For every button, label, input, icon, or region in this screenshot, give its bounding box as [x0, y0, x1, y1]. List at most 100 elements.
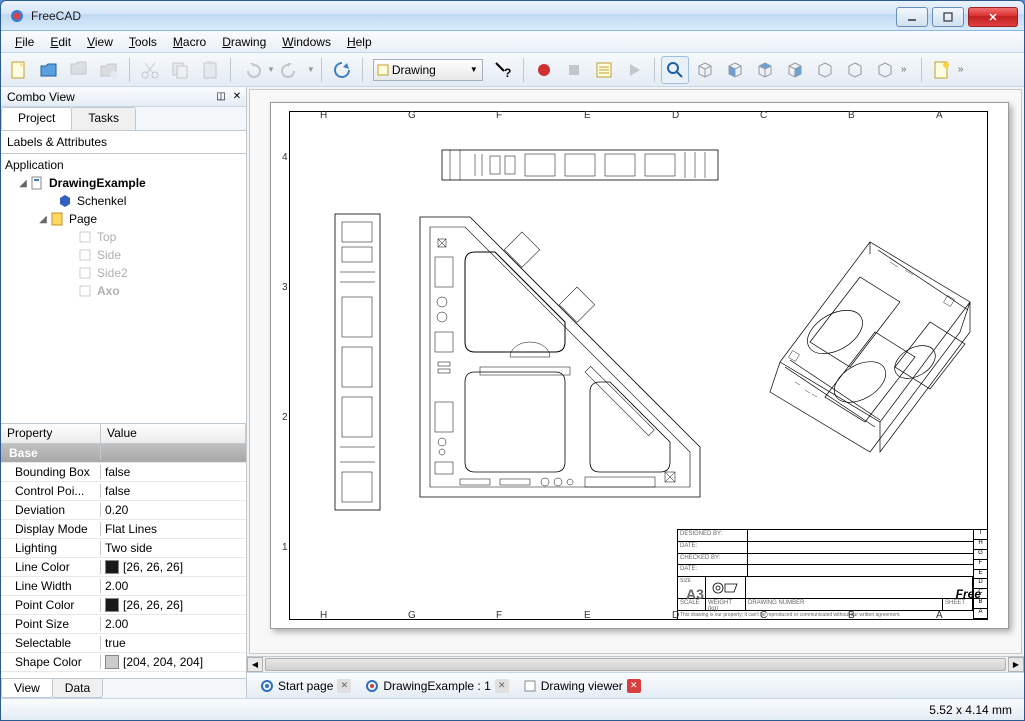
close-panel-button[interactable]: ✕: [230, 90, 244, 104]
view-tab[interactable]: View: [1, 679, 53, 698]
save-button[interactable]: [65, 56, 93, 84]
property-header[interactable]: Property: [1, 424, 101, 443]
view-icon: [77, 229, 93, 245]
titlebar: FreeCAD: [1, 1, 1024, 31]
macro-list-button[interactable]: [590, 56, 618, 84]
menu-file[interactable]: File: [7, 33, 42, 51]
close-tab-button[interactable]: ✕: [627, 679, 641, 693]
property-row[interactable]: Point Size2.00: [1, 615, 246, 634]
coordinates-display: 5.52 x 4.14 mm: [929, 703, 1012, 717]
property-row[interactable]: Deviation0.20: [1, 501, 246, 520]
tree-view-top[interactable]: Top: [3, 228, 244, 246]
gear-icon: [260, 679, 274, 693]
freecad-logo-text: Free: [956, 587, 981, 601]
tree-view-side2[interactable]: Side2: [3, 264, 244, 282]
start-page-tab[interactable]: Start page ✕: [255, 676, 356, 696]
menu-help[interactable]: Help: [339, 33, 380, 51]
front-view-drawing: [410, 207, 710, 507]
redo-button[interactable]: [277, 56, 305, 84]
menu-drawing[interactable]: Drawing: [214, 33, 274, 51]
scroll-thumb[interactable]: [265, 658, 1006, 671]
bottom-view-button[interactable]: [841, 56, 869, 84]
scroll-left-button[interactable]: ◀: [247, 657, 263, 672]
top-view-drawing: [440, 142, 720, 187]
tree-document[interactable]: ◢ DrawingExample: [3, 174, 244, 192]
data-tab[interactable]: Data: [52, 679, 103, 698]
menu-view[interactable]: View: [79, 33, 121, 51]
macro-play-button[interactable]: [620, 56, 648, 84]
paste-button[interactable]: [196, 56, 224, 84]
title-block: DESIGNED BY: DATE: CHECKED BY: DATE: SIZ…: [677, 529, 987, 619]
toolbar-overflow-icon[interactable]: »: [901, 64, 915, 75]
property-row[interactable]: Point Color[26, 26, 26]: [1, 596, 246, 615]
combo-view-header: Combo View ◫ ✕: [1, 87, 246, 107]
cut-button[interactable]: [136, 56, 164, 84]
copy-button[interactable]: [166, 56, 194, 84]
menu-tools[interactable]: Tools: [121, 33, 165, 51]
menu-edit[interactable]: Edit: [42, 33, 79, 51]
tree-schenkel[interactable]: Schenkel: [3, 192, 244, 210]
project-tab[interactable]: Project: [1, 107, 72, 130]
new-page-button[interactable]: [928, 56, 956, 84]
drawing-example-tab[interactable]: DrawingExample : 1 ✕: [360, 676, 513, 696]
drawing-sheet: DESIGNED BY: DATE: CHECKED BY: DATE: SIZ…: [270, 102, 1009, 629]
value-header[interactable]: Value: [101, 424, 246, 443]
combo-view-panel: Combo View ◫ ✕ Project Tasks Labels & At…: [1, 87, 247, 698]
tree-root[interactable]: Application: [3, 156, 244, 174]
property-row[interactable]: Selectabletrue: [1, 634, 246, 653]
tree-view-axo[interactable]: Axo: [3, 282, 244, 300]
menu-macro[interactable]: Macro: [165, 33, 214, 51]
refresh-button[interactable]: [328, 56, 356, 84]
view-icon: [77, 283, 93, 299]
model-tree[interactable]: Application ◢ DrawingExample Schenkel ◢ …: [1, 154, 246, 423]
drawing-viewer-tab[interactable]: Drawing viewer ✕: [518, 676, 646, 696]
rear-view-button[interactable]: [811, 56, 839, 84]
property-row[interactable]: Control Poi...false: [1, 482, 246, 501]
left-view-button[interactable]: [871, 56, 899, 84]
workbench-selector[interactable]: Drawing: [373, 59, 483, 81]
whatsthis-button[interactable]: ?: [489, 56, 517, 84]
close-button[interactable]: [968, 7, 1018, 27]
iso-view-button[interactable]: [691, 56, 719, 84]
menu-windows[interactable]: Windows: [274, 33, 339, 51]
undock-button[interactable]: ◫: [214, 90, 228, 104]
page-icon: [523, 679, 537, 693]
gear-icon: [365, 679, 379, 693]
new-button[interactable]: [5, 56, 33, 84]
property-row[interactable]: Display ModeFlat Lines: [1, 520, 246, 539]
drawing-canvas[interactable]: DESIGNED BY: DATE: CHECKED BY: DATE: SIZ…: [249, 89, 1022, 654]
maximize-button[interactable]: [932, 7, 964, 27]
top-view-button[interactable]: [751, 56, 779, 84]
undo-button[interactable]: [237, 56, 265, 84]
property-row[interactable]: Shape Color[204, 204, 204]: [1, 653, 246, 672]
collapse-icon[interactable]: ◢: [17, 178, 29, 189]
labels-attributes-header: Labels & Attributes: [1, 131, 246, 154]
front-view-button[interactable]: [721, 56, 749, 84]
property-row[interactable]: Line Color[26, 26, 26]: [1, 558, 246, 577]
tree-page[interactable]: ◢ Page: [3, 210, 244, 228]
minimize-button[interactable]: [896, 7, 928, 27]
property-row[interactable]: LightingTwo side: [1, 539, 246, 558]
property-row[interactable]: Line Width2.00: [1, 577, 246, 596]
property-row[interactable]: Bounding Boxfalse: [1, 463, 246, 482]
macro-stop-button[interactable]: [560, 56, 588, 84]
tree-view-side[interactable]: Side: [3, 246, 244, 264]
macro-record-button[interactable]: [530, 56, 558, 84]
tasks-tab[interactable]: Tasks: [71, 107, 136, 130]
fit-view-button[interactable]: [661, 56, 689, 84]
close-tab-button[interactable]: ✕: [495, 679, 509, 693]
window-title: FreeCAD: [31, 9, 894, 23]
horizontal-scrollbar[interactable]: ◀ ▶: [247, 656, 1024, 672]
property-grid: Property Value BaseBounding BoxfalseCont…: [1, 423, 246, 698]
workbench-label: Drawing: [392, 63, 436, 77]
property-group: Base: [1, 444, 246, 463]
open-button[interactable]: [35, 56, 63, 84]
part-icon: [57, 193, 73, 209]
saveas-button[interactable]: [95, 56, 123, 84]
statusbar: 5.52 x 4.14 mm: [1, 698, 1024, 720]
right-view-button[interactable]: [781, 56, 809, 84]
scroll-right-button[interactable]: ▶: [1008, 657, 1024, 672]
collapse-icon[interactable]: ◢: [37, 214, 49, 225]
close-tab-button[interactable]: ✕: [337, 679, 351, 693]
toolbar-overflow2-icon[interactable]: »: [958, 64, 972, 75]
